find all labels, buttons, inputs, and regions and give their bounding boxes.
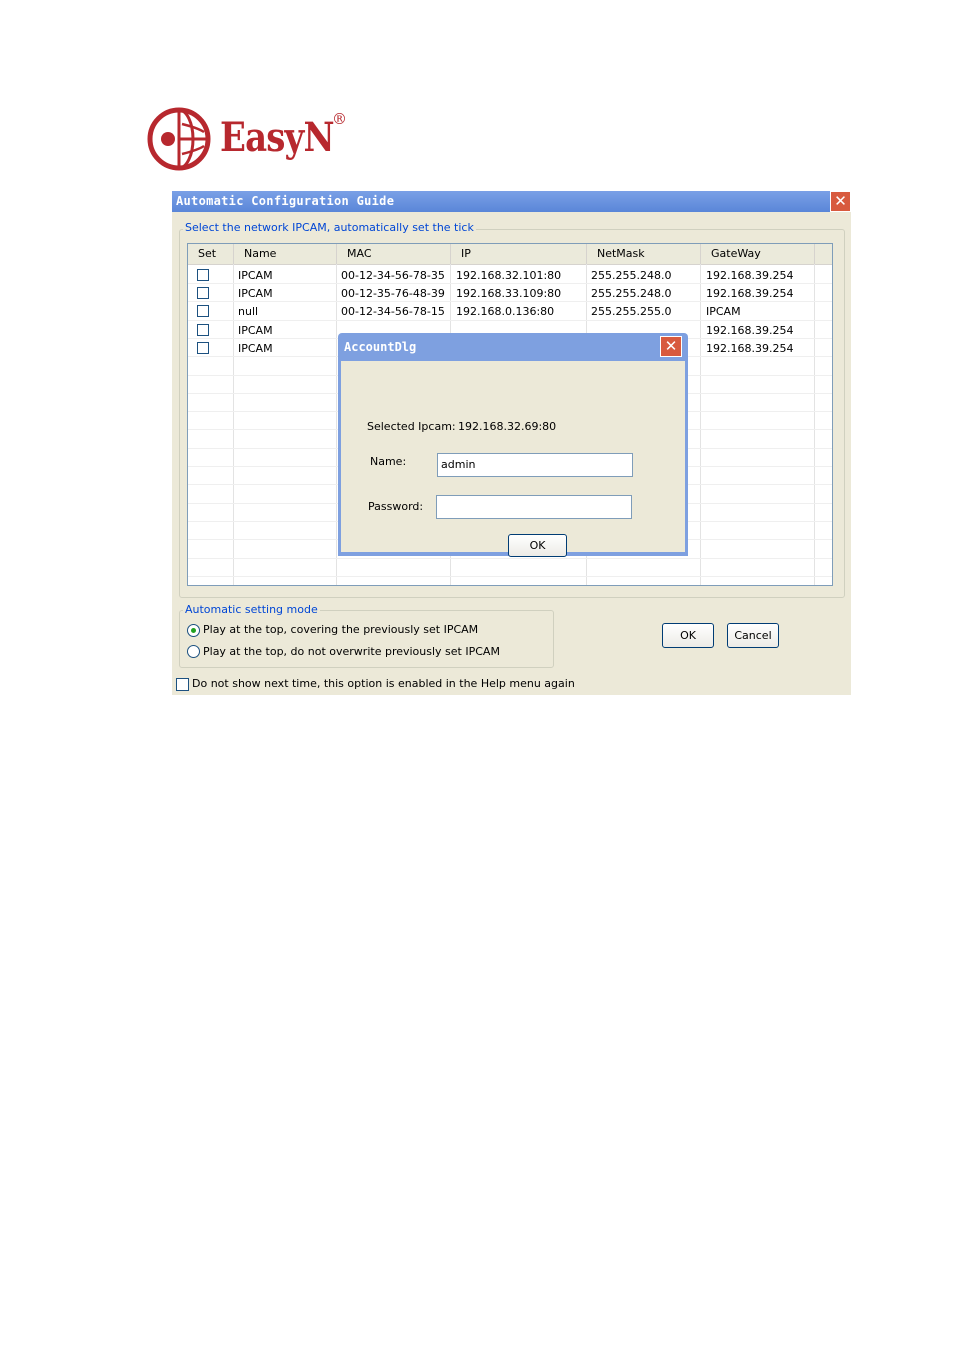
cell-netmask: 255.255.248.0 [591,287,672,300]
password-field[interactable] [436,495,632,519]
column-header-ip[interactable]: IP [451,244,587,264]
registered-mark: ® [332,110,347,128]
close-icon[interactable]: ✕ [830,191,851,212]
cell-name: IPCAM [238,269,273,282]
cell-gateway: 192.168.39.254 [706,324,794,337]
column-header-mac[interactable]: MAC [337,244,451,264]
mode-option-label: Play at the top, do not overwrite previo… [203,645,500,658]
selected-ipcam-value: 192.168.32.69:80 [458,420,557,433]
cell-name: null [238,305,259,318]
cell-ip: 192.168.32.101:80 [456,269,562,282]
cell-name: IPCAM [238,342,273,355]
cell-gateway: IPCAM [706,305,741,318]
window-title: Automatic Configuration Guide [176,194,395,208]
cell-name: IPCAM [238,324,273,337]
device-group-legend: Select the network IPCAM, automatically … [183,221,476,234]
globe-logo-icon [147,107,211,171]
account-dialog: AccountDlg ✕ Selected Ipcam: 192.168.32.… [338,333,688,557]
name-label: Name: [370,455,407,468]
cell-ip: 192.168.0.136:80 [456,305,555,318]
row-checkbox[interactable] [197,342,209,354]
cell-gateway: 192.168.39.254 [706,342,794,355]
selected-ipcam-label: Selected Ipcam: [367,420,456,433]
cell-gateway: 192.168.39.254 [706,287,794,300]
row-checkbox[interactable] [197,287,209,299]
column-header-netmask[interactable]: NetMask [587,244,701,264]
cell-mac: 00-12-35-76-48-39 [341,287,445,300]
column-header-name[interactable]: Name [234,244,337,264]
table-header: Set Name MAC IP NetMask GateWay [188,244,832,265]
close-icon[interactable]: ✕ [660,336,682,357]
mode-group [179,610,554,668]
title-bar[interactable]: Automatic Configuration Guide ✕ [172,191,851,212]
cell-gateway: 192.168.39.254 [706,269,794,282]
row-checkbox[interactable] [197,305,209,317]
mode-radio-keep[interactable] [187,645,200,658]
row-checkbox[interactable] [197,324,209,336]
password-label: Password: [368,500,424,513]
cell-mac: 00-12-34-56-78-15 [341,305,445,318]
dont-show-label: Do not show next time, this option is en… [192,677,575,690]
row-checkbox[interactable] [197,269,209,281]
mode-option-label: Play at the top, covering the previously… [203,623,479,636]
cell-netmask: 255.255.255.0 [591,305,672,318]
cell-netmask: 255.255.248.0 [591,269,672,282]
column-header-set[interactable]: Set [188,244,234,264]
cell-name: IPCAM [238,287,273,300]
mode-group-legend: Automatic setting mode [183,603,320,616]
name-field[interactable]: admin [437,453,633,477]
ok-button[interactable]: OK [662,623,714,648]
account-dialog-body: Selected Ipcam: 192.168.32.69:80 Name: a… [341,361,685,557]
dialog-ok-button[interactable]: OK [508,534,567,557]
easyn-logo: EasyN ® [146,104,356,172]
dont-show-checkbox[interactable] [176,678,189,691]
mode-radio-overwrite[interactable] [187,624,200,637]
logo-wordmark: EasyN [220,114,335,161]
cell-mac: 00-12-34-56-78-35 [341,269,445,282]
column-header-gateway[interactable]: GateWay [701,244,815,264]
account-dialog-title: AccountDlg [344,340,417,354]
cancel-button[interactable]: Cancel [727,623,779,648]
cell-ip: 192.168.33.109:80 [456,287,562,300]
